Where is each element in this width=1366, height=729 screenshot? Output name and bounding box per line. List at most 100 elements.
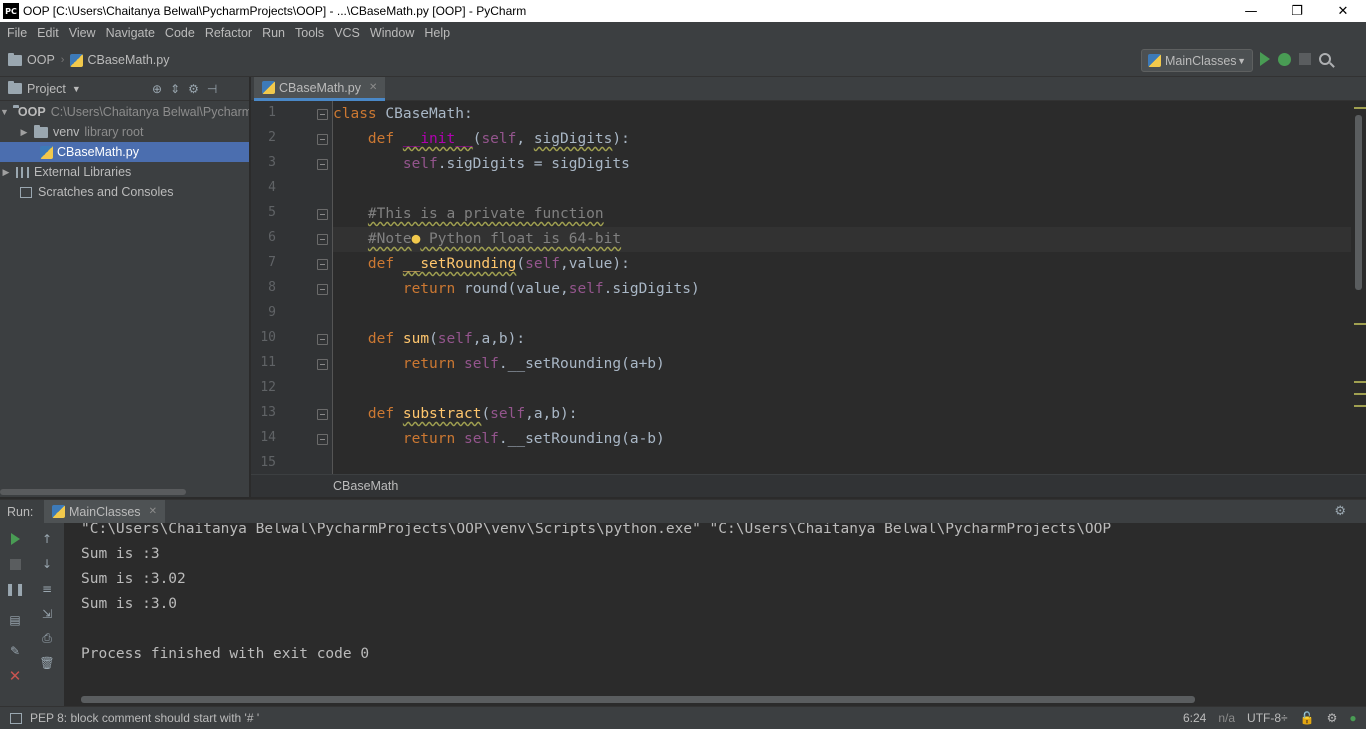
fold-marker-icon[interactable] xyxy=(317,259,328,270)
chevron-down-icon[interactable]: ▼ xyxy=(72,84,81,94)
stop-icon[interactable] xyxy=(8,557,22,571)
tab-cbasemath[interactable]: CBaseMath.py ✕ xyxy=(254,77,386,101)
arrow-up-icon[interactable]: ↑ xyxy=(40,532,54,546)
trash-icon[interactable]: 🗑 xyxy=(39,656,54,670)
fold-marker-icon[interactable] xyxy=(317,359,328,370)
lightbulb-icon[interactable]: ● xyxy=(412,231,421,247)
menu-refactor[interactable]: Refactor xyxy=(200,26,257,40)
menu-edit[interactable]: Edit xyxy=(32,26,64,40)
scroll-to-end-icon[interactable]: ⇲ xyxy=(40,607,54,621)
line-number: 3 xyxy=(268,155,276,170)
inspector-icon[interactable]: ⚙ xyxy=(1327,711,1338,725)
project-horizontal-scrollbar[interactable] xyxy=(0,489,186,495)
rerun-icon[interactable] xyxy=(8,532,22,546)
arrow-down-icon[interactable]: ↓ xyxy=(40,557,54,571)
gear-icon[interactable]: ⚙ xyxy=(1334,504,1346,519)
close-icon[interactable]: ✕ xyxy=(8,667,22,685)
event-log-icon[interactable]: ● xyxy=(1349,711,1356,725)
editor-scroll-thumb[interactable] xyxy=(1355,115,1362,290)
soft-wrap-icon[interactable]: ≡ xyxy=(40,582,54,596)
menu-view[interactable]: View xyxy=(64,26,101,40)
nav-file[interactable]: CBaseMath.py xyxy=(87,53,169,67)
fold-marker-icon[interactable] xyxy=(317,134,328,145)
menu-window[interactable]: Window xyxy=(365,26,419,40)
tree-item-root[interactable]: ▼ OOP C:\Users\Chaitanya Belwal\PycharmP… xyxy=(0,102,249,122)
run-config-dropdown[interactable]: MainClasses ▼ xyxy=(1141,49,1253,72)
warning-stripe[interactable] xyxy=(1354,107,1366,109)
tree-item-venv[interactable]: ▶ venv library root xyxy=(0,122,249,142)
run-console[interactable]: "C:\Users\Chaitanya Belwal\PycharmProjec… xyxy=(64,523,1366,706)
warning-stripe[interactable] xyxy=(1354,405,1366,407)
gear-icon[interactable]: ⚙ xyxy=(188,82,199,96)
pin-icon[interactable]: ✎ xyxy=(8,644,22,658)
title-bar: PC OOP [C:\Users\Chaitanya Belwal\Pychar… xyxy=(0,0,1366,22)
search-icon[interactable] xyxy=(1319,53,1331,65)
project-panel-header: Project ▼ ⊕ ⇕ ⚙ ⊣ xyxy=(0,77,249,101)
tree-item-file[interactable]: CBaseMath.py xyxy=(0,142,249,162)
pause-icon[interactable]: ❚❚ xyxy=(5,582,25,596)
console-horizontal-scrollbar[interactable] xyxy=(81,696,1195,703)
tool-windows-icon[interactable] xyxy=(10,712,22,724)
fold-marker-icon[interactable] xyxy=(317,209,328,220)
tree-item-scratches[interactable]: Scratches and Consoles xyxy=(0,182,249,202)
file-encoding[interactable]: UTF-8÷ xyxy=(1247,711,1288,725)
warning-stripe[interactable] xyxy=(1354,381,1366,383)
debug-icon[interactable] xyxy=(1278,52,1291,66)
menu-tools[interactable]: Tools xyxy=(290,26,329,40)
editor-vertical-scrollbar[interactable] xyxy=(1351,101,1366,474)
hide-icon[interactable]: ⊣ xyxy=(207,82,217,96)
fold-marker-icon[interactable] xyxy=(317,109,328,120)
chevron-right-icon[interactable]: ▶ xyxy=(18,127,30,138)
nav-breadcrumb: OOP › CBaseMath.py xyxy=(0,52,169,67)
fold-marker-icon[interactable] xyxy=(317,159,328,170)
menu-run[interactable]: Run xyxy=(257,26,290,40)
locate-icon[interactable]: ⊕ xyxy=(152,82,162,96)
folder-icon xyxy=(34,124,48,138)
tree-scratches: Scratches and Consoles xyxy=(38,185,174,199)
close-tab-icon[interactable]: ✕ xyxy=(149,506,157,517)
window-title: OOP [C:\Users\Chaitanya Belwal\PycharmPr… xyxy=(23,4,527,18)
code-editor[interactable]: class CBaseMath: def __init__(self, sigD… xyxy=(333,101,1351,474)
fold-marker-icon[interactable] xyxy=(317,234,328,245)
fold-marker-icon[interactable] xyxy=(317,284,328,295)
code-line-2: def __init__(self, sigDigits): xyxy=(367,131,630,147)
editor-breadcrumb[interactable]: CBaseMath xyxy=(251,474,1366,497)
menu-help[interactable]: Help xyxy=(419,26,455,40)
collapse-icon[interactable]: ⇕ xyxy=(170,82,180,96)
close-tab-icon[interactable]: ✕ xyxy=(369,82,377,93)
chevron-down-icon[interactable]: ▼ xyxy=(0,107,9,117)
nav-project[interactable]: OOP xyxy=(27,53,55,67)
navigation-bar: OOP › CBaseMath.py MainClasses ▼ xyxy=(0,44,1366,77)
run-icon[interactable] xyxy=(1260,52,1270,66)
warning-stripe[interactable] xyxy=(1354,323,1366,325)
code-line-11: return self.__setRounding(a+b) xyxy=(402,356,665,372)
lock-icon[interactable]: 🔓 xyxy=(1300,711,1315,725)
chevron-right-icon: › xyxy=(60,54,65,66)
close-button[interactable]: ✕ xyxy=(1320,0,1366,22)
caret-position[interactable]: 6:24 xyxy=(1183,711,1206,725)
stop-icon[interactable] xyxy=(1299,53,1311,65)
code-line-10: def sum(self,a,b): xyxy=(367,331,526,347)
fold-marker-icon[interactable] xyxy=(317,434,328,445)
minimize-button[interactable]: — xyxy=(1228,0,1274,22)
line-number: 11 xyxy=(260,355,276,370)
tree-item-external-libraries[interactable]: ▶ External Libraries xyxy=(0,162,249,182)
menu-code[interactable]: Code xyxy=(160,26,200,40)
fold-marker-icon[interactable] xyxy=(317,334,328,345)
run-tab-mainclasses[interactable]: MainClasses ✕ xyxy=(44,499,165,524)
chevron-right-icon[interactable]: ▶ xyxy=(0,167,12,178)
print-icon[interactable]: ⎙ xyxy=(40,631,54,645)
line-separator[interactable]: n/a xyxy=(1218,711,1235,725)
menu-navigate[interactable]: Navigate xyxy=(101,26,160,40)
tree-external-libraries: External Libraries xyxy=(34,165,132,179)
restore-layout-icon[interactable]: ▤ xyxy=(8,613,22,627)
fold-marker-icon[interactable] xyxy=(317,409,328,420)
restore-button[interactable]: ❐ xyxy=(1274,0,1320,22)
menu-file[interactable]: File xyxy=(2,26,32,40)
status-right: 6:24 n/a UTF-8÷ 🔓 ⚙ ● xyxy=(1183,711,1357,725)
menu-vcs[interactable]: VCS xyxy=(329,26,365,40)
project-panel-title[interactable]: Project xyxy=(27,82,66,96)
line-number: 6 xyxy=(268,230,276,245)
warning-stripe[interactable] xyxy=(1354,393,1366,395)
status-message[interactable]: PEP 8: block comment should start with '… xyxy=(30,711,259,725)
